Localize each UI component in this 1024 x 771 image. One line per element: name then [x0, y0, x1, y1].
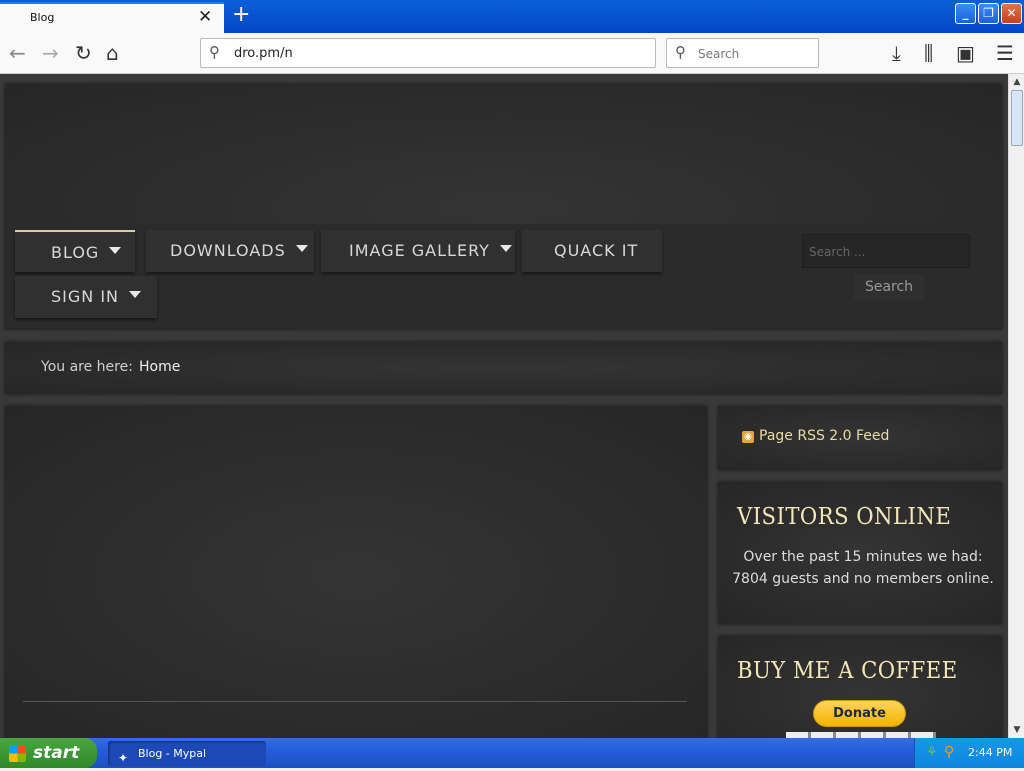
close-tab-icon[interactable]: ✕: [198, 7, 212, 27]
menu-item-blog[interactable]: BLOG: [15, 230, 135, 272]
menu-label: QUACK IT: [554, 241, 639, 260]
tab-title: Blog: [30, 11, 55, 24]
menu-item-quack-it[interactable]: QUACK IT: [522, 230, 662, 272]
menu-label: IMAGE GALLERY: [349, 241, 490, 260]
browser-app-icon: ✦: [118, 751, 129, 765]
system-tray: ⚘ ⚲ 2:44 PM: [914, 738, 1024, 768]
start-label: start: [33, 743, 80, 763]
start-button[interactable]: start: [0, 738, 97, 768]
url-text[interactable]: dro.pm/n: [234, 46, 293, 61]
home-icon[interactable]: ⌂: [106, 41, 119, 65]
site-navigation: BLOG DOWNLOADS IMAGE GALLERY QUACK IT SI…: [5, 224, 1002, 328]
content-divider: [23, 701, 687, 702]
minimize-button[interactable]: _: [955, 3, 976, 24]
reload-icon[interactable]: ↻: [75, 41, 92, 65]
donate-button[interactable]: Donate: [813, 700, 906, 727]
browser-toolbar: ← → ↻ ⌂ ⚲ dro.pm/n ⚲ Search ⤓ ⫼ ▣ ☰: [0, 33, 1024, 74]
menu-item-downloads[interactable]: DOWNLOADS: [146, 230, 314, 272]
hamburger-menu-icon[interactable]: ☰: [996, 41, 1014, 65]
visitors-title: VISITORS ONLINE: [737, 504, 952, 530]
taskbar: start ✦ Blog - Mypal ⚘ ⚲ 2:44 PM: [0, 738, 1024, 768]
visitors-text: Over the past 15 minutes we had: 7804 gu…: [732, 549, 994, 587]
clock[interactable]: 2:44 PM: [968, 746, 1012, 759]
caret-down-icon: [499, 245, 512, 252]
library-icon[interactable]: ⫼: [924, 41, 933, 65]
main-content: [5, 406, 707, 738]
browser-search-input[interactable]: ⚲ Search: [666, 38, 819, 68]
forward-icon[interactable]: →: [42, 41, 59, 65]
visitors-online-module: VISITORS ONLINE Over the past 15 minutes…: [718, 482, 1002, 624]
breadcrumb-home-link[interactable]: Home: [139, 359, 180, 375]
url-bar[interactable]: ⚲ dro.pm/n: [200, 38, 656, 68]
search-placeholder: Search: [698, 47, 740, 61]
scroll-down-icon[interactable]: ▼: [1009, 722, 1024, 738]
maximize-button[interactable]: ❐: [978, 3, 999, 24]
search-icon: ⚲: [675, 43, 686, 61]
caret-down-icon: [129, 291, 142, 298]
search-icon: ⚲: [209, 43, 220, 61]
new-tab-icon[interactable]: +: [232, 2, 250, 27]
rss-feed-link[interactable]: Page RSS 2.0 Feed: [759, 428, 889, 444]
rss-module: ◉ Page RSS 2.0 Feed: [718, 406, 1002, 470]
menu-item-image-gallery[interactable]: IMAGE GALLERY: [321, 230, 515, 272]
sidebar-icon[interactable]: ▣: [956, 41, 975, 65]
menu-label: SIGN IN: [51, 287, 120, 306]
scrollbar-thumb[interactable]: [1011, 90, 1023, 146]
menu-label: DOWNLOADS: [170, 241, 286, 260]
menu-label: BLOG: [51, 243, 100, 262]
network-icon[interactable]: ⚘: [926, 745, 938, 760]
breadcrumb: You are here: Home: [5, 342, 1002, 394]
windows-logo-icon: [9, 745, 26, 762]
page-viewport: BLOG DOWNLOADS IMAGE GALLERY QUACK IT SI…: [0, 74, 1008, 738]
coffee-title: BUY ME A COFFEE: [737, 658, 958, 684]
menu-item-sign-in[interactable]: SIGN IN: [15, 276, 157, 318]
rss-icon: ◉: [742, 431, 754, 443]
caret-down-icon: [109, 247, 122, 254]
taskbar-item-label: Blog - Mypal: [138, 747, 207, 760]
browser-titlebar: Blog ✕ + _ ❐ ✕: [0, 0, 1024, 33]
caret-down-icon: [295, 245, 308, 252]
tab-blog[interactable]: Blog ✕: [0, 2, 224, 33]
close-window-button[interactable]: ✕: [1001, 3, 1022, 24]
download-icon[interactable]: ⤓: [892, 41, 901, 65]
site-search-button[interactable]: Search: [854, 274, 924, 300]
search-tray-icon[interactable]: ⚲: [944, 744, 954, 760]
taskbar-item-blog[interactable]: ✦ Blog - Mypal: [108, 741, 266, 766]
breadcrumb-label: You are here:: [41, 359, 133, 375]
site-search-input[interactable]: Search ...: [802, 234, 970, 268]
buy-me-a-coffee-module: BUY ME A COFFEE Donate: [718, 636, 1002, 738]
scroll-up-icon[interactable]: ▲: [1009, 74, 1024, 90]
back-icon[interactable]: ←: [9, 41, 26, 65]
vertical-scrollbar[interactable]: ▲ ▼: [1008, 74, 1024, 738]
